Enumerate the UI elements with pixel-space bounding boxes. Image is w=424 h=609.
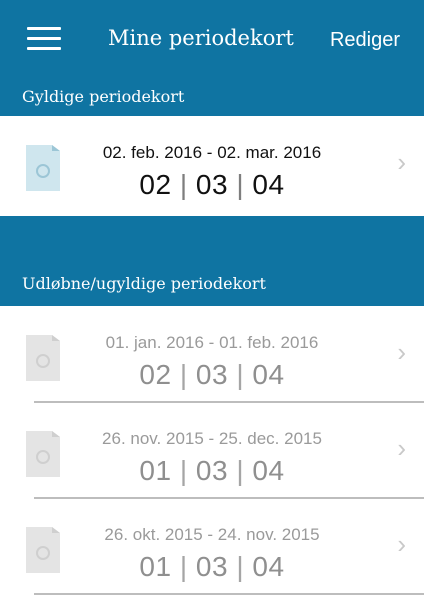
zone: 03: [195, 551, 229, 582]
list-item-expired-card[interactable]: 26. nov. 2015 - 25. dec. 2015 01 | 03 | …: [0, 405, 424, 499]
section-label-expired: Udløbne/ugyldige periodekort: [22, 274, 266, 293]
zone-divider: |: [179, 551, 196, 582]
zone-divider: |: [179, 359, 196, 390]
expired-cards-header: Udløbne/ugyldige periodekort: [0, 216, 424, 306]
hamburger-menu-icon[interactable]: [27, 27, 61, 51]
row-separator: [34, 497, 424, 499]
zone: 04: [252, 551, 285, 582]
top-bar: Mine periodekort Rediger: [0, 0, 424, 78]
zone-divider: |: [236, 169, 253, 200]
validity-range: 26. okt. 2015 - 24. nov. 2015: [104, 525, 320, 544]
section-label-valid: Gyldige periodekort: [22, 87, 185, 106]
chevron-right-icon: ›: [397, 147, 406, 177]
zone-divider: |: [179, 169, 196, 200]
zones-display: 02 | 03 | 04: [0, 359, 424, 391]
list-item-expired-card[interactable]: 26. okt. 2015 - 24. nov. 2015 01 | 03 | …: [0, 501, 424, 595]
zone: 03: [195, 359, 229, 390]
validity-range: 01. jan. 2016 - 01. feb. 2016: [105, 333, 319, 352]
zones-display: 01 | 03 | 04: [0, 551, 424, 583]
zones-display: 01 | 03 | 04: [0, 455, 424, 487]
zones-display: 02 | 03 | 04: [0, 169, 424, 201]
zone: 02: [139, 359, 172, 390]
zone: 01: [139, 455, 172, 486]
chevron-right-icon: ›: [397, 529, 406, 559]
zone: 04: [252, 455, 285, 486]
zone: 03: [195, 169, 229, 200]
list-item-expired-card[interactable]: 01. jan. 2016 - 01. feb. 2016 02 | 03 | …: [0, 309, 424, 403]
zone: 02: [139, 169, 172, 200]
page-title: Mine periodekort: [108, 26, 294, 50]
row-separator: [34, 401, 424, 403]
edit-button[interactable]: Rediger: [330, 29, 400, 52]
validity-range: 26. nov. 2015 - 25. dec. 2015: [102, 429, 322, 448]
valid-cards-header: Gyldige periodekort: [0, 78, 424, 116]
zone-divider: |: [236, 455, 253, 486]
zone-divider: |: [236, 359, 253, 390]
zone: 01: [139, 551, 172, 582]
zone: 03: [195, 455, 229, 486]
zone: 04: [252, 169, 285, 200]
list-item-valid-card[interactable]: 02. feb. 2016 - 02. mar. 2016 02 | 03 | …: [0, 119, 424, 213]
zone: 04: [252, 359, 285, 390]
validity-range: 02. feb. 2016 - 02. mar. 2016: [102, 143, 322, 162]
zone-divider: |: [236, 551, 253, 582]
chevron-right-icon: ›: [397, 433, 406, 463]
chevron-right-icon: ›: [397, 337, 406, 367]
row-separator: [34, 593, 424, 595]
zone-divider: |: [179, 455, 196, 486]
